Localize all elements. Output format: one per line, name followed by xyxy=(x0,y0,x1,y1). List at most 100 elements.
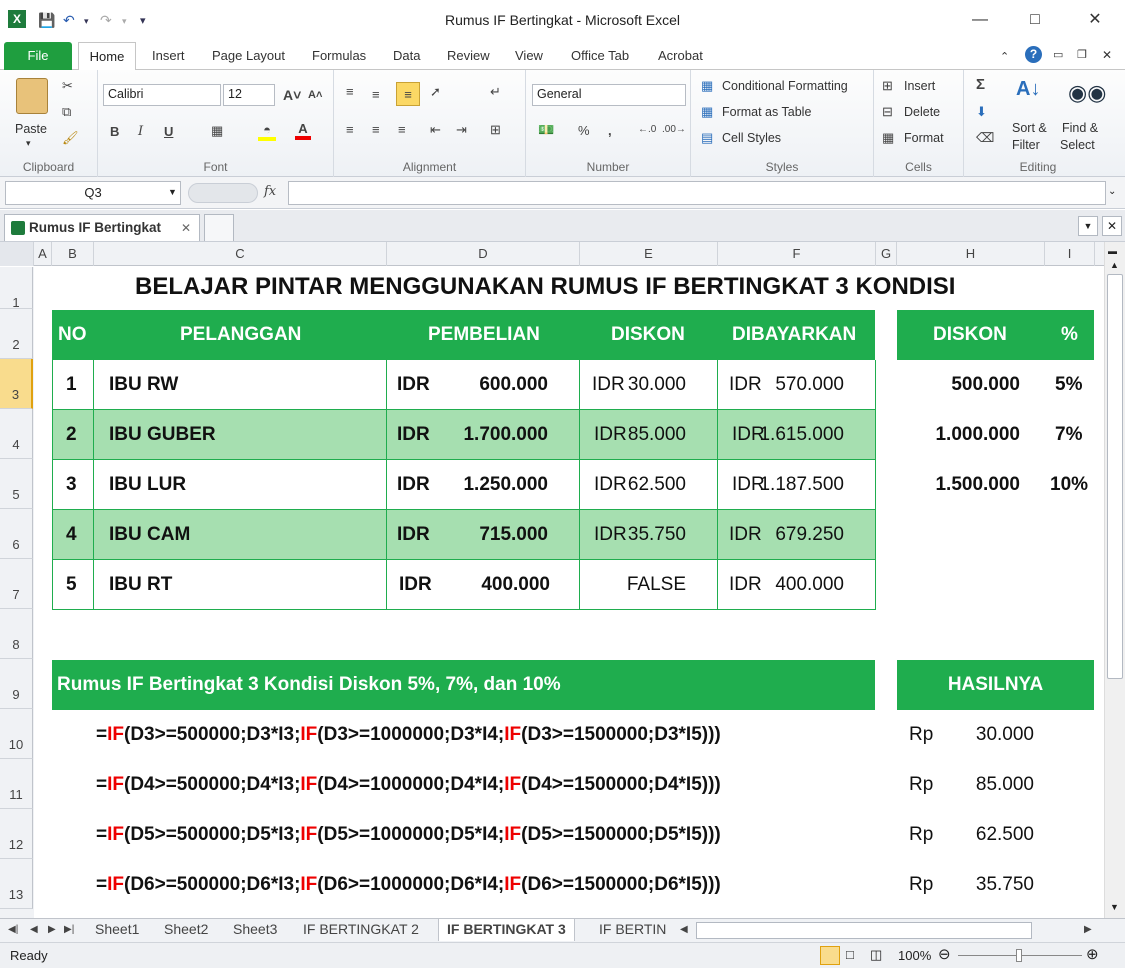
paste-button[interactable]: Paste xyxy=(15,122,47,136)
cut-icon[interactable]: ✂ xyxy=(62,78,73,94)
document-tab-active[interactable]: Rumus IF Bertingkat ✕ xyxy=(4,214,200,241)
binoculars-icon[interactable]: ◉◉ xyxy=(1068,80,1106,106)
result-currency[interactable]: Rp xyxy=(909,724,933,746)
result-value[interactable]: 30.000 xyxy=(976,724,1034,746)
cell-discount[interactable]: FALSE xyxy=(627,574,686,596)
column-header-b[interactable]: B xyxy=(52,242,94,266)
result-currency[interactable]: Rp xyxy=(909,874,933,896)
row-header-4[interactable]: 4 xyxy=(0,409,33,459)
expand-formula-bar-icon[interactable]: ⌄ xyxy=(1108,186,1116,197)
wrap-text-icon[interactable]: ↵ xyxy=(490,84,501,100)
result-currency[interactable]: Rp xyxy=(909,774,933,796)
cell-discount[interactable]: 85.000 xyxy=(628,424,686,446)
new-tab-button[interactable] xyxy=(204,214,234,241)
formula-bar-resize-handle[interactable] xyxy=(188,183,258,203)
insert-function-button[interactable]: fx xyxy=(264,184,276,199)
increase-indent-icon[interactable]: ⇥ xyxy=(456,122,467,138)
result-currency[interactable]: Rp xyxy=(909,824,933,846)
formula-text[interactable]: =IF(D6>=500000;D6*I3;IF(D6>=1000000;D6*I… xyxy=(96,874,721,896)
cell-name[interactable]: IBU CAM xyxy=(109,524,190,546)
page-break-view-icon[interactable]: ◫ xyxy=(870,947,882,963)
sheet-tab-sheet1[interactable]: Sheet1 xyxy=(95,921,139,937)
row-header-8[interactable]: 8 xyxy=(0,609,33,659)
sort-label[interactable]: Sort & xyxy=(1012,121,1047,135)
tier-percent[interactable]: 5% xyxy=(1055,374,1082,396)
cell-paid-currency[interactable]: IDR xyxy=(732,424,765,446)
vertical-scrollbar[interactable]: ▬ ▲ ▼ xyxy=(1104,242,1125,918)
cell-paid[interactable]: 400.000 xyxy=(775,574,844,596)
formula-text[interactable]: =IF(D4>=500000;D4*I3;IF(D4>=1000000;D4*I… xyxy=(96,774,721,796)
format-painter-icon[interactable]: 🖌 xyxy=(62,130,79,146)
cell-currency[interactable]: IDR xyxy=(397,524,430,546)
tab-home[interactable]: Home xyxy=(78,42,136,71)
formula-text[interactable]: =IF(D5>=500000;D5*I3;IF(D5>=1000000;D5*I… xyxy=(96,824,721,846)
row-header-10[interactable]: 10 xyxy=(0,709,33,759)
column-header-g[interactable]: G xyxy=(876,242,897,266)
cell-no[interactable]: 1 xyxy=(66,374,77,396)
format-as-table-button[interactable]: Format as Table xyxy=(722,105,811,119)
cell-no[interactable]: 2 xyxy=(66,424,77,446)
cell-currency[interactable]: IDR xyxy=(399,574,432,596)
zoom-in-icon[interactable]: ⊕ xyxy=(1086,945,1099,963)
align-left-icon[interactable]: ≡ xyxy=(346,122,354,137)
find-label[interactable]: Find & xyxy=(1062,121,1098,135)
normal-view-icon[interactable] xyxy=(820,946,840,965)
cell-discount[interactable]: 35.750 xyxy=(628,524,686,546)
tab-data[interactable]: Data xyxy=(393,48,420,63)
next-sheet-icon[interactable]: ▶ xyxy=(48,924,56,935)
align-middle-icon[interactable]: ≡ xyxy=(372,87,380,102)
cell-paid-currency[interactable]: IDR xyxy=(729,524,762,546)
workbook-minimize-icon[interactable]: ▭ xyxy=(1053,48,1063,61)
prev-sheet-icon[interactable]: ◀ xyxy=(30,924,38,935)
merge-center-icon[interactable]: ⊞ xyxy=(490,122,501,138)
accounting-format-icon[interactable]: 💵 xyxy=(538,122,554,138)
font-color-icon[interactable]: A xyxy=(295,121,311,140)
shrink-font-icon[interactable]: A˄ xyxy=(308,89,322,101)
close-tab-icon[interactable]: ✕ xyxy=(181,215,191,241)
tab-insert[interactable]: Insert xyxy=(152,48,185,63)
sheet-tab-if-bertingkat-3[interactable]: IF BERTINGKAT 3 xyxy=(438,919,575,941)
tab-file[interactable]: File xyxy=(4,42,72,70)
tab-office-tab[interactable]: Office Tab xyxy=(571,48,629,63)
cell-paid[interactable]: 570.000 xyxy=(775,374,844,396)
maximize-icon[interactable]: □ xyxy=(1020,8,1050,32)
cell-discount-currency[interactable]: IDR xyxy=(594,474,627,496)
column-header-c[interactable]: C xyxy=(94,242,387,266)
font-size-select[interactable]: 12 xyxy=(223,84,275,106)
tier-threshold[interactable]: 500.000 xyxy=(951,374,1020,396)
font-name-select[interactable]: Calibri xyxy=(103,84,221,106)
conditional-formatting-button[interactable]: Conditional Formatting xyxy=(722,79,848,93)
workbook-restore-icon[interactable]: ❐ xyxy=(1077,48,1087,61)
cell-paid[interactable]: 1.615.000 xyxy=(759,424,844,446)
tier-threshold[interactable]: 1.500.000 xyxy=(935,474,1020,496)
paste-icon[interactable] xyxy=(16,78,48,114)
horizontal-scroll-thumb[interactable] xyxy=(696,922,1032,939)
result-value[interactable]: 35.750 xyxy=(976,874,1034,896)
cell-amount[interactable]: 400.000 xyxy=(481,574,550,596)
cell-name[interactable]: IBU LUR xyxy=(109,474,186,496)
orientation-icon[interactable]: ➚ xyxy=(430,84,441,100)
name-box-dropdown-icon[interactable]: ▼ xyxy=(168,187,177,197)
page-layout-view-icon[interactable]: □ xyxy=(846,947,854,962)
cell-discount[interactable]: 30.000 xyxy=(628,374,686,396)
grow-font-icon[interactable]: A˅ xyxy=(283,87,301,103)
comma-style-button[interactable]: , xyxy=(608,123,612,138)
row-header-9[interactable]: 9 xyxy=(0,659,33,709)
sort-filter-icon[interactable]: A↓ xyxy=(1016,78,1040,101)
format-cells-button[interactable]: Format xyxy=(904,131,944,145)
copy-icon[interactable]: ⧉ xyxy=(62,104,71,120)
cell-styles-button[interactable]: Cell Styles xyxy=(722,131,781,145)
tab-page-layout[interactable]: Page Layout xyxy=(212,48,285,63)
autosum-button[interactable]: Σ xyxy=(976,76,985,93)
row-header-1[interactable]: 1 xyxy=(0,267,33,310)
row-header-12[interactable]: 12 xyxy=(0,809,33,859)
row-header-2[interactable]: 2 xyxy=(0,309,33,359)
fill-icon[interactable]: ⬇ xyxy=(976,104,987,120)
result-value[interactable]: 62.500 xyxy=(976,824,1034,846)
cell-discount-currency[interactable]: IDR xyxy=(594,524,627,546)
cell-currency[interactable]: IDR xyxy=(397,474,430,496)
cell-discount-currency[interactable]: IDR xyxy=(592,374,625,396)
cell-amount[interactable]: 1.700.000 xyxy=(463,424,548,446)
split-handle-icon[interactable]: ▬ xyxy=(1108,246,1117,256)
column-header-a[interactable]: A xyxy=(34,242,52,266)
